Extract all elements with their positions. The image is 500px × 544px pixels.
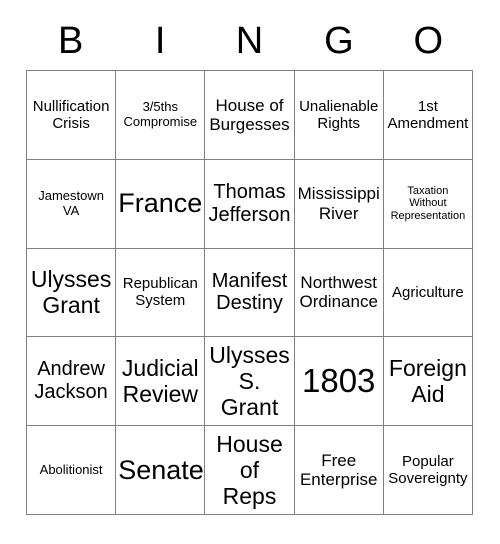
bingo-cell-r5c5[interactable]: Popular Sovereignty [383,426,473,515]
bingo-cell-r1c5[interactable]: 1st Amendment [383,71,473,160]
bingo-cell-r5c4[interactable]: Free Enterprise [294,426,384,515]
bingo-grid: Nullification Crisis 3/5ths Compromise Hou… [26,70,473,515]
bingo-cell-label: Republican System [122,275,198,310]
bingo-card: B I N G O Nullification Crisis 3/5ths Com… [0,0,500,544]
bingo-cell-label: Ulysses Grant [30,266,112,319]
bingo-cell-label: Judicial Review [121,355,199,408]
bingo-cell-label: House of Burgesses [209,95,290,134]
bingo-header: B I N G O [26,14,473,68]
bingo-cell-r2c5[interactable]: Taxation Without Representation [383,159,473,249]
bingo-cell-r5c1[interactable]: Abolitionist [27,426,117,515]
bingo-cell-r1c3[interactable]: House of Burgesses [205,71,295,160]
bingo-cell-label: Popular Sovereignty [388,453,468,488]
bingo-cell-label: Free Enterprise [299,450,378,490]
bingo-cell-r4c5[interactable]: Foreign Aid [383,337,473,427]
header-letter-b: B [58,20,84,62]
bingo-cell-r4c4[interactable]: 1803 [294,337,384,427]
bingo-cell-r2c1[interactable]: Jamestown VA [27,159,117,249]
bingo-cell-r1c1[interactable]: Nullification Crisis [27,71,117,160]
header-letter-g: G [324,20,354,62]
bingo-cell-label: Jamestown VA [38,187,104,218]
bingo-cell-label: 3/5ths Compromise [123,99,198,129]
bingo-cell-r3c4[interactable]: Northwest Ordinance [294,248,384,338]
bingo-cell-r3c2[interactable]: Republican System [116,248,206,338]
bingo-cell-label: Senate [118,454,204,485]
bingo-cell-label: Mississippi River [297,184,380,223]
bingo-cell-r3c3[interactable]: Manifest Destiny [205,248,295,338]
bingo-cell-label: Northwest Ordinance [299,273,378,312]
bingo-cell-r2c4[interactable]: Mississippi River [294,159,384,249]
bingo-cell-r3c5[interactable]: Agriculture [383,248,473,338]
bingo-cell-r1c4[interactable]: Unalienable Rights [294,71,384,160]
bingo-cell-label: Abolitionist [39,461,103,477]
bingo-cell-label: France [118,188,203,219]
bingo-cell-r4c3[interactable]: Ulysses S. Grant [205,337,295,427]
bingo-cell-label: Nullification Crisis [32,97,110,132]
bingo-cell-label: House of Reps [216,430,283,510]
bingo-cell-label: Manifest Destiny [211,269,288,315]
bingo-cell-r2c2[interactable]: France [116,159,206,249]
bingo-cell-r5c3[interactable]: House of Reps [205,426,295,515]
bingo-cell-r4c2[interactable]: Judicial Review [116,337,206,427]
bingo-cell-label: 1803 [301,362,376,400]
bingo-cell-r1c2[interactable]: 3/5ths Compromise [116,71,206,160]
bingo-cell-r2c3[interactable]: Thomas Jefferson [205,159,295,249]
bingo-cell-label: Taxation Without Representation [390,184,466,222]
bingo-cell-r4c1[interactable]: Andrew Jackson [27,337,117,427]
bingo-cell-label: Andrew Jackson [34,358,108,404]
bingo-cell-label: Ulysses S. Grant [209,341,290,421]
bingo-cell-r3c1[interactable]: Ulysses Grant [27,248,117,338]
header-letter-o: O [413,20,444,62]
header-letter-n: N [235,20,264,62]
bingo-cell-label: Foreign Aid [388,355,467,408]
bingo-cell-label: Agriculture [392,283,464,301]
bingo-cell-label: Thomas Jefferson [208,180,291,226]
bingo-cell-r5c2[interactable]: Senate [116,426,206,515]
header-letter-i: I [154,20,166,62]
bingo-cell-label: Unalienable Rights [299,97,379,132]
bingo-cell-label: 1st Amendment [387,97,469,132]
